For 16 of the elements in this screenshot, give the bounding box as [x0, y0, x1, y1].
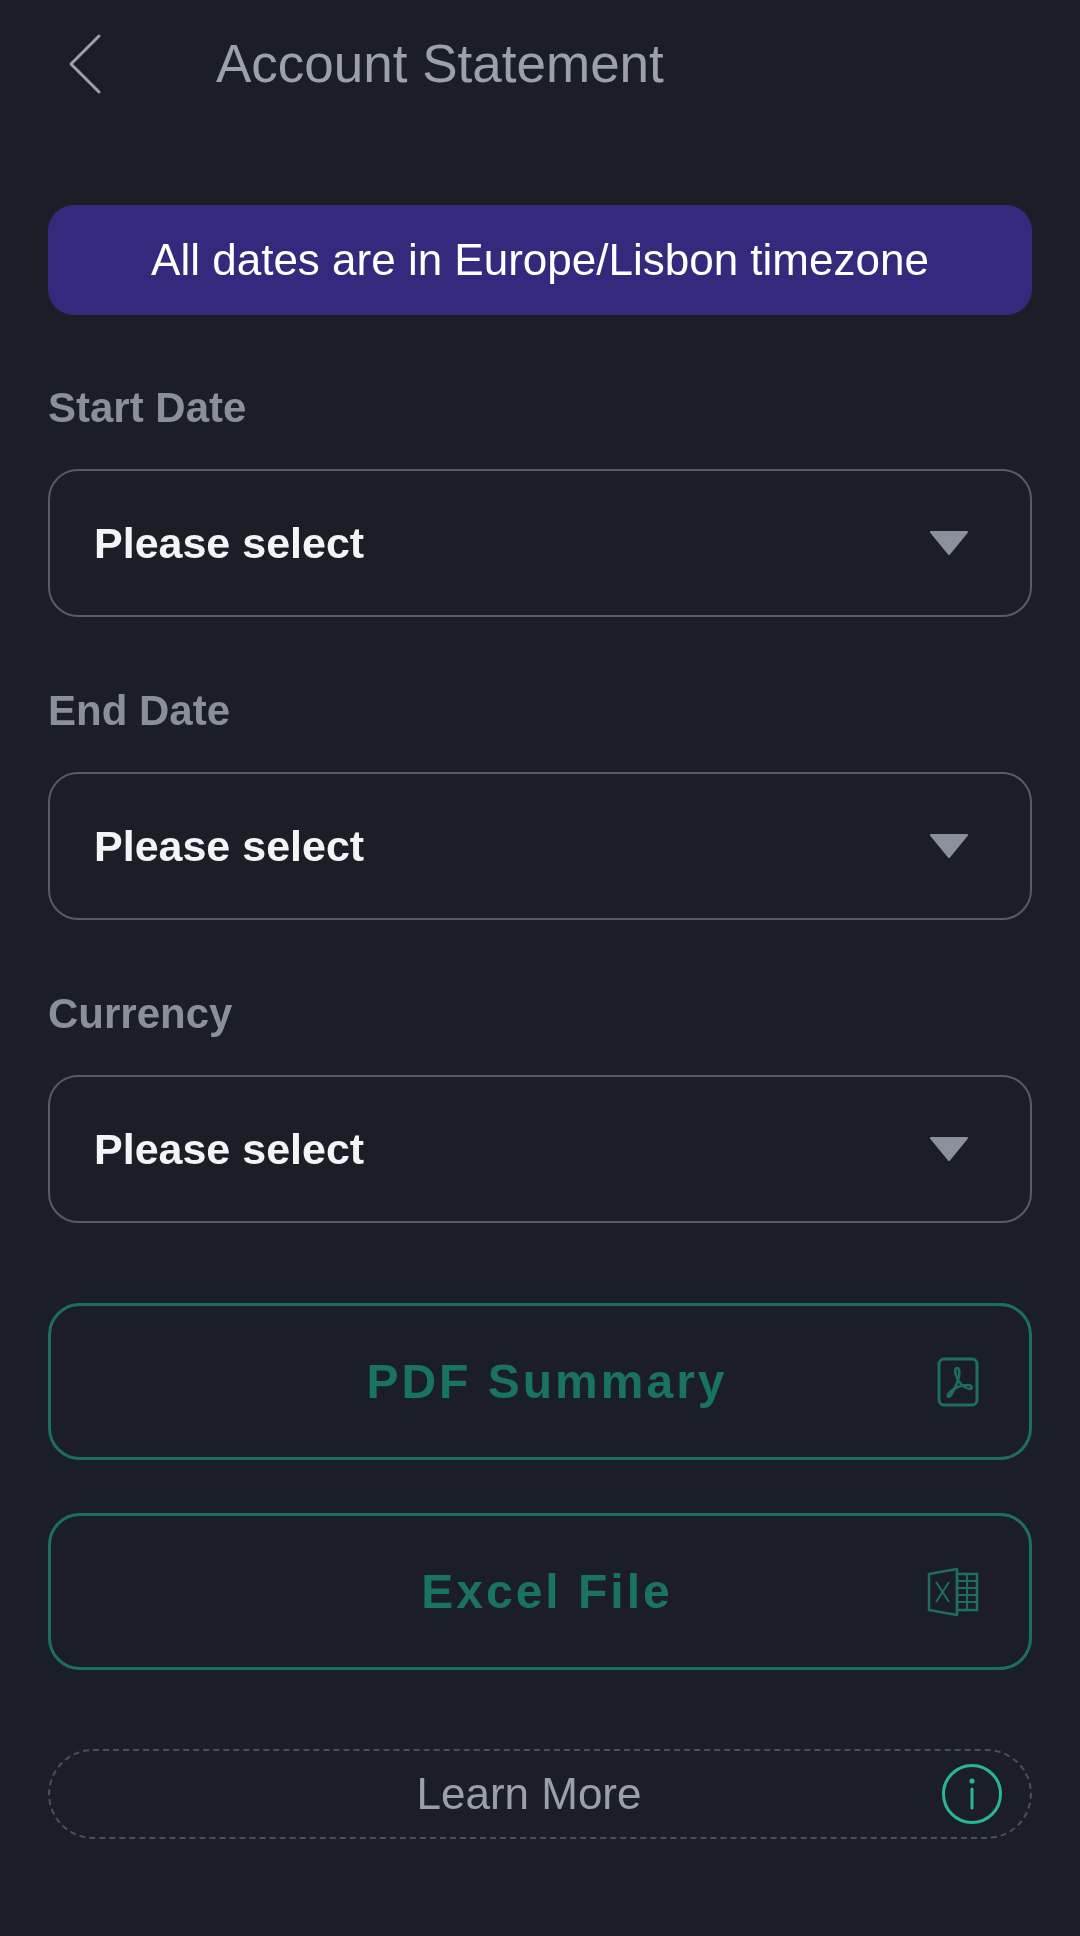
dropdown-field[interactable]: Please select: [48, 772, 1032, 920]
dropdown-field[interactable]: Please select: [48, 469, 1032, 617]
timezone-notice: All dates are in Europe/Lisbon timezone: [48, 205, 1032, 315]
field-label: Currency: [48, 992, 234, 1035]
field-label: End Date: [48, 689, 232, 732]
info-icon: [941, 1763, 1003, 1825]
spreadsheet-icon: [927, 1566, 979, 1617]
pdf-document-icon: [937, 1356, 979, 1407]
caret-down-icon: [930, 531, 968, 555]
dropdown-field[interactable]: Please select: [48, 1075, 1032, 1223]
field-label: Start Date: [48, 386, 248, 429]
back-button[interactable]: [68, 33, 102, 95]
page-title: Account Statement: [216, 33, 664, 96]
caret-down-icon: [930, 1137, 968, 1161]
caret-down-icon: [930, 834, 968, 858]
learn-more-button[interactable]: Learn More: [48, 1749, 1032, 1839]
